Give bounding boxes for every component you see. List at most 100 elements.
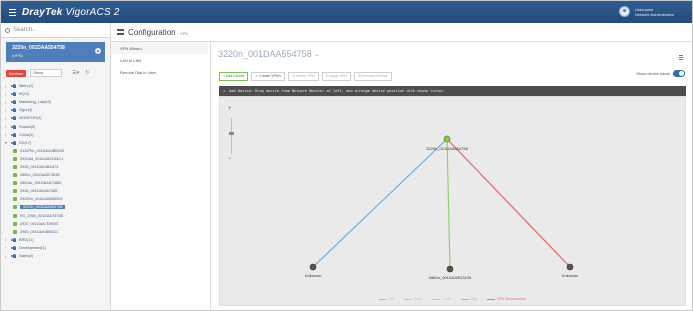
subnav-item-vpn-wizard[interactable]: VPN Wizard [111, 42, 210, 54]
tree-device-row[interactable]: 3220n_001DAA554758 [5, 203, 110, 211]
legend-swatch [460, 298, 469, 300]
device-status-icon [13, 181, 17, 186]
gear-icon[interactable] [95, 48, 101, 54]
tree-toolbar: Devices Show ☰▾ ↻ [6, 67, 105, 79]
app-window: DrayTek VigorACS 2 Username Network Admin… [0, 0, 693, 311]
device-status-icon [13, 173, 17, 178]
group-icon [11, 245, 16, 250]
legend-label: OK [388, 297, 394, 301]
search-icon[interactable] [5, 27, 10, 33]
tree-device-row[interactable]: 2860n_001DAA573538 [5, 171, 110, 179]
remote-node[interactable]: Unknown [562, 263, 579, 278]
group-icon [11, 237, 16, 242]
tree-device-row[interactable]: 2862ac_001DAA671685 [5, 179, 110, 187]
hint-bar: + Add Device: Drag device from Network M… [219, 86, 686, 96]
tree-device-row[interactable]: RX_2960_001DAA7573B [5, 212, 110, 220]
page-title: 3220n_001DAA554758 ↪ [218, 49, 319, 59]
legend-item: OK [378, 297, 394, 301]
legend-item: Error [403, 297, 422, 301]
refresh-icon[interactable]: ↻ [85, 70, 89, 76]
show-device-name-control: Show device name [636, 70, 685, 77]
delete-vpn-button[interactable]: ⊘ Delete VPN [287, 71, 319, 81]
device-status-icon [13, 164, 17, 169]
user-menu[interactable]: Username Network Administrator [618, 6, 674, 17]
tree-group-row[interactable]: › China(3) [5, 131, 110, 139]
devices-filter-button[interactable]: Devices [6, 69, 27, 77]
tree-item-label: 2920_001DAA7D5003 [20, 221, 59, 226]
tree-group-row[interactable]: › Metro(1) [5, 82, 110, 90]
device-status-icon [13, 148, 17, 153]
tree-item-label: Development(1) [19, 245, 47, 250]
vpn-link-line[interactable] [312, 138, 448, 268]
vpn-wizard-panel: 3220n_001DAA554758 ↪ + Add Device ✓ Creat… [212, 42, 692, 310]
tree-device-row[interactable]: 2926_001DAA807385 [5, 187, 110, 195]
tree-group-row[interactable]: › IK(12) [5, 90, 110, 98]
search-bar[interactable]: Search... [1, 23, 110, 38]
router-node-icon[interactable] [443, 135, 451, 143]
tree-group-row[interactable]: › MONITOR(3) [5, 114, 110, 122]
tree-group-row[interactable]: ▾ RD(17) [5, 139, 110, 147]
remove-device-button[interactable]: ⚙ Remove Device [353, 71, 392, 81]
group-icon [11, 100, 16, 105]
tree-item-label: 2862ac_001DAA671685 [20, 181, 62, 186]
legend-swatch [378, 298, 387, 300]
device-status-icon [13, 221, 17, 226]
group-icon [11, 124, 16, 129]
group-icon [11, 108, 16, 113]
vpn-link-line[interactable] [446, 138, 571, 268]
vpn-toolbar: + Add Device ✓ Create VPN's ⊘ Delete VPN… [219, 71, 395, 81]
tree-device-row[interactable]: 2925_001DAA4BA474 [5, 163, 110, 171]
legend-item: Local [431, 297, 451, 301]
apply-vpn-button[interactable]: ↻ Apply VPN [321, 71, 351, 81]
subnav-item-lan-to-lan[interactable]: LAN to LAN [111, 54, 210, 66]
topology-canvas[interactable]: + − 3220n_001DAA554758 Unknown 2860n_001… [219, 96, 686, 306]
tree-group-row[interactable]: › Vigor(3) [5, 106, 110, 114]
tree-group-row[interactable]: › Russia(0) [5, 122, 110, 130]
legend-label: Error [413, 297, 422, 301]
subnav-item-remote-dial-in-user[interactable]: Remote Dial-in User [111, 66, 210, 78]
router-node-icon[interactable] [566, 263, 574, 271]
tree-item-label: 3132Pro_001DAA4BB035 [20, 148, 65, 153]
legend-item: VPN disconnected [486, 297, 526, 301]
device-tree: › Metro(1) › IK(12) › Marketing_Lab(42) › Vigor… [1, 82, 110, 260]
remote-node-label: Unknown [562, 273, 579, 278]
router-node-icon[interactable] [309, 263, 317, 271]
panel-menu-icon[interactable] [679, 55, 683, 60]
tree-group-row[interactable]: › Sales(3) [5, 252, 110, 260]
legend-swatch [431, 298, 440, 300]
tree-device-row[interactable]: 3132Pro_001DAA4BB035 [5, 147, 110, 155]
create-vpn-button[interactable]: ✓ Create VPN's [251, 71, 285, 81]
tree-group-row[interactable]: › Marketing_Lab(42) [5, 98, 110, 106]
tree-item-label: BRD(11) [19, 237, 34, 242]
add-device-button[interactable]: + Add Device [219, 71, 249, 81]
tree-group-row[interactable]: › Development(1) [5, 244, 110, 252]
tree-group-row[interactable]: › BRD(11) [5, 236, 110, 244]
hamburger-menu-icon[interactable] [5, 1, 19, 23]
tree-options-icon[interactable]: ☰▾ [72, 70, 79, 76]
avatar[interactable] [618, 6, 630, 17]
selected-device-card[interactable]: 3220n_001DAA554758 (VPN) [6, 42, 105, 62]
tree-item-label: 3220n_001DAA554758 [20, 205, 66, 210]
show-device-name-toggle[interactable] [673, 70, 685, 77]
tree-device-row[interactable]: 2925Vn_001DAA6B5009 [5, 195, 110, 203]
tree-item-label: Vigor(3) [19, 108, 33, 113]
device-title: 3220n_001DAA554758 [218, 49, 312, 59]
tree-device-row[interactable]: 2920Ad_001DAA01D3C1 [5, 155, 110, 163]
tree-item-label: 2960_001DAA4B80C1 [20, 229, 59, 234]
hub-node-label: 3220n_001DAA554758 [426, 146, 468, 151]
vpn-link-line[interactable] [446, 138, 451, 270]
vpn-topology-graph: 3220n_001DAA554758 Unknown 2860n_001DAA5… [305, 135, 579, 280]
link-icon[interactable]: ↪ [315, 53, 319, 59]
router-node-icon[interactable] [446, 265, 454, 273]
tree-device-row[interactable]: 2920_001DAA7D5003 [5, 220, 110, 228]
tree-item-label: Metro(1) [19, 84, 34, 89]
show-select[interactable]: Show [30, 69, 63, 77]
tree-item-label: RD(17) [19, 140, 32, 145]
remote-node[interactable]: Unknown [305, 263, 322, 278]
group-icon [11, 254, 16, 259]
remote-node-label: 2860n_001DAA5D3106 [429, 275, 472, 280]
remote-node[interactable]: 2860n_001DAA5D3106 [429, 265, 472, 280]
search-input[interactable]: Search... [13, 27, 37, 33]
tree-device-row[interactable]: 2960_001DAA4B80C1 [5, 228, 110, 236]
device-status-icon [13, 189, 17, 194]
